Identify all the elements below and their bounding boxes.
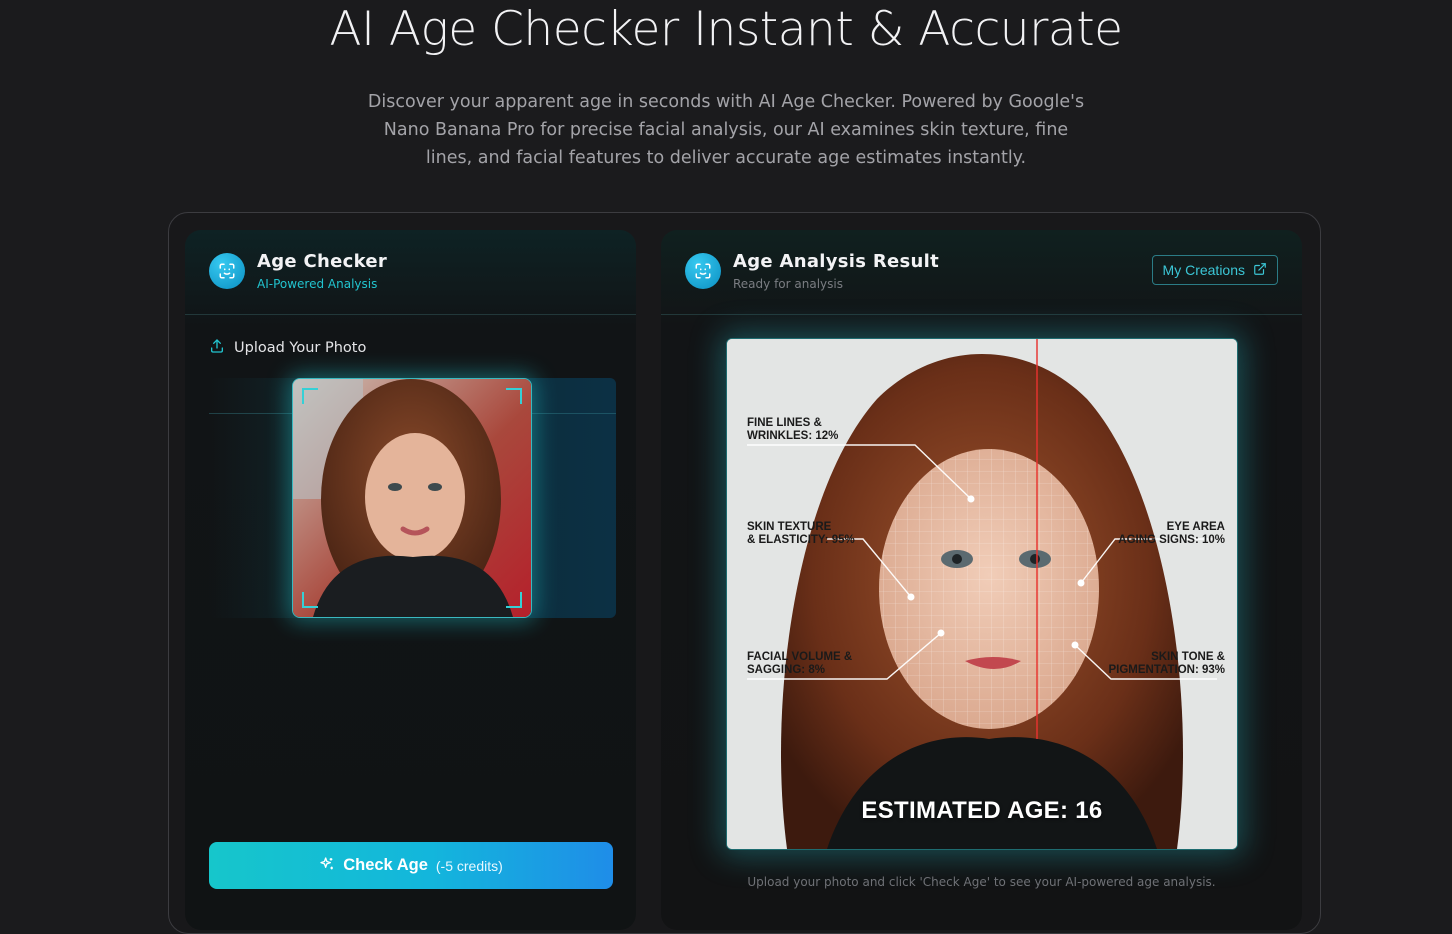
upload-label-text: Upload Your Photo — [234, 340, 367, 356]
my-creations-label: My Creations — [1162, 262, 1245, 278]
age-checker-panel: Age Checker AI-Powered Analysis Upload Y… — [185, 230, 636, 930]
estimated-age: ESTIMATED AGE: 16 — [861, 797, 1103, 824]
frame-corner — [302, 592, 318, 608]
external-link-icon — [1253, 262, 1267, 279]
annotation-eye-area: EYE AREA AGING SIGNS: 10% — [1118, 521, 1225, 546]
annotation-fine-lines: FINE LINES & WRINKLES: 12% — [747, 417, 839, 442]
panel-title: Age Checker — [257, 251, 388, 272]
upload-icon — [209, 338, 225, 358]
result-panel: Age Analysis Result Ready for analysis M… — [661, 230, 1302, 930]
panel-title: Age Analysis Result — [733, 251, 940, 272]
credits-cost: (-5 credits) — [435, 857, 503, 874]
check-age-button[interactable]: Check Age (-5 credits) — [209, 842, 613, 889]
face-scan-icon — [685, 253, 721, 289]
face-scan-icon — [209, 253, 245, 289]
my-creations-button[interactable]: My Creations — [1151, 255, 1278, 285]
frame-corner — [506, 592, 522, 608]
result-status: Ready for analysis — [733, 277, 843, 291]
sparkles-icon — [319, 856, 335, 875]
annotation-skin-texture: SKIN TEXTURE & ELASTICITY: 95% — [747, 521, 855, 546]
frame-corner — [506, 388, 522, 404]
uploaded-photo[interactable] — [292, 378, 532, 618]
check-age-label: Check Age — [343, 856, 428, 874]
upload-dropzone[interactable] — [209, 378, 616, 618]
annotation-skin-tone: SKIN TONE & PIGMENTATION: 93% — [1108, 651, 1226, 676]
result-hint: Upload your photo and click 'Check Age' … — [747, 875, 1216, 889]
result-image: FINE LINES & WRINKLES: 12% SKIN TEXTURE … — [726, 338, 1238, 850]
annotation-facial-volume: FACIAL VOLUME & SAGGING: 8% — [747, 651, 853, 676]
upload-label: Upload Your Photo — [209, 338, 366, 358]
panel-subtitle: AI-Powered Analysis — [257, 277, 378, 291]
panel-header: Age Analysis Result Ready for analysis M… — [661, 230, 1302, 315]
panel-header: Age Checker AI-Powered Analysis — [185, 230, 636, 315]
portrait-illustration — [293, 379, 531, 617]
analysis-portrait — [727, 339, 1237, 849]
frame-corner — [302, 388, 318, 404]
page-title: AI Age Checker Instant & Accurate — [329, 2, 1123, 57]
page-description: Discover your apparent age in seconds wi… — [367, 92, 1085, 168]
